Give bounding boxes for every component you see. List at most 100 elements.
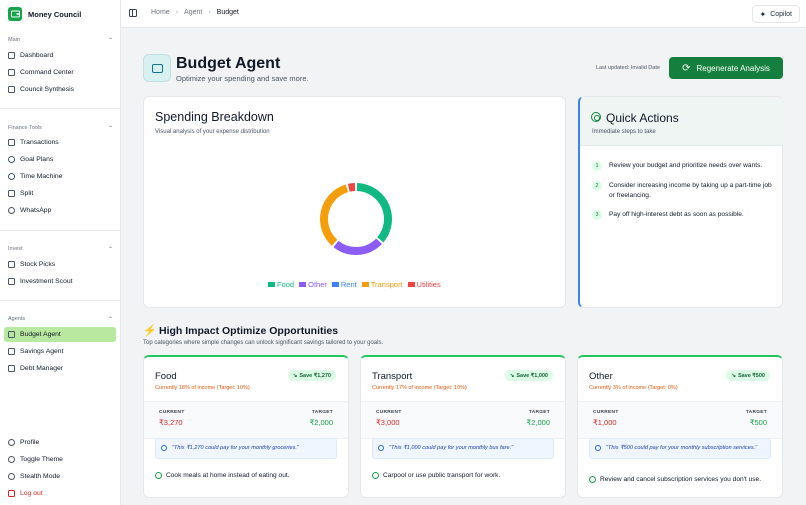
sidebar: Money Council Main ⌃ Dashboard Command Ce…: [0, 0, 121, 505]
sidebar-item-savings-agent[interactable]: Savings Agent: [4, 344, 116, 359]
clock-icon: [8, 173, 15, 180]
target-label: TARGET: [745, 410, 767, 415]
sidebar-item-council-synthesis[interactable]: Council Synthesis: [4, 82, 116, 97]
savings-quote: "This ₹500 could pay for your monthly su…: [589, 438, 771, 459]
sidebar-item-transactions[interactable]: Transactions: [4, 135, 116, 150]
legend-item-rent[interactable]: Rent: [331, 280, 357, 289]
sidebar-item-time-machine[interactable]: Time Machine: [4, 169, 116, 184]
group-label-agents[interactable]: Agents ⌃: [8, 316, 113, 323]
category-percent: Currently 3% of income (Target: 0%): [589, 385, 678, 391]
piggy-bank-icon: [8, 348, 15, 355]
spending-breakdown-card: Spending Breakdown Visual analysis of yo…: [143, 96, 566, 308]
page-subtitle: Optimize your spending and save more.: [176, 74, 309, 83]
chevron-up-icon: ⌃: [107, 126, 113, 132]
copilot-button[interactable]: ✦ Copilot: [751, 5, 800, 23]
regenerate-analysis-button[interactable]: ⟳ Regenerate Analysis: [669, 57, 783, 79]
sidebar-item-goal-plans[interactable]: Goal Plans: [4, 152, 116, 167]
opportunity-card-food: Food Currently 18% of income (Target: 10…: [143, 355, 349, 498]
donut-slice-food[interactable]: [356, 183, 392, 243]
tip: Cook meals at home instead of eating out…: [155, 472, 290, 479]
legend-swatch: [407, 282, 415, 287]
sidebar-item-command-center[interactable]: Command Center: [4, 65, 116, 80]
chevron-up-icon: ⌃: [107, 317, 113, 323]
brand[interactable]: Money Council: [8, 7, 81, 21]
sidebar-item-investment-scout[interactable]: Investment Scout: [4, 274, 116, 289]
category-name: Transport: [372, 371, 413, 382]
wallet-icon: [143, 54, 171, 82]
donut-slice-utilities[interactable]: [347, 183, 356, 192]
donut-chart: [320, 183, 392, 255]
chart-icon: [8, 261, 15, 268]
chevron-right-icon: ›: [208, 9, 211, 16]
trend-icon: [8, 278, 15, 285]
sidebar-toggle-icon[interactable]: [129, 9, 137, 17]
sidebar-item-budget-agent[interactable]: Budget Agent: [4, 327, 116, 342]
sidebar-item-dashboard[interactable]: Dashboard: [4, 48, 116, 63]
legend-item-utilities[interactable]: Utilities: [407, 280, 441, 289]
legend-swatch: [268, 282, 275, 287]
sidebar-item-whatsapp[interactable]: WhatsApp: [4, 203, 116, 218]
action-item: 1 Review your budget and prioritize needs…: [592, 161, 772, 171]
current-value: ₹3,000: [376, 418, 400, 427]
spending-subtitle: Visual analysis of your expense distribu…: [155, 129, 270, 135]
goal-icon: [8, 156, 15, 163]
action-item: 2 Consider increasing income by taking up…: [592, 181, 772, 201]
topbar: Home › Agent › Budget ✦ Copilot: [121, 0, 806, 28]
opportunities-subtitle: Top categories where simple changes can …: [143, 340, 384, 346]
sidebar-item-profile[interactable]: Profile: [4, 435, 116, 450]
current-label: CURRENT: [376, 410, 402, 415]
target-icon: [591, 112, 601, 122]
legend-item-transport[interactable]: Transport: [361, 280, 403, 289]
info-icon: [161, 445, 167, 451]
trend-down-icon: ↘: [731, 372, 736, 379]
legend-item-food[interactable]: Food: [268, 280, 294, 289]
action-item: 3 Pay off high-interest debt as soon as p…: [592, 210, 772, 220]
legend-item-other[interactable]: Other: [299, 280, 327, 289]
target-label: TARGET: [528, 410, 550, 415]
check-circle-icon: [589, 476, 596, 483]
last-updated: Last updated: Invalid Date: [596, 65, 660, 71]
card-icon: [8, 365, 15, 372]
wallet-icon: [8, 331, 15, 338]
breadcrumb-agent[interactable]: Agent: [184, 9, 202, 16]
eye-icon: [8, 473, 15, 480]
group-label-finance-tools[interactable]: Finance Tools ⌃: [8, 125, 113, 132]
group-label-invest[interactable]: Invest ⌃: [8, 246, 113, 253]
category-percent: Currently 18% of income (Target: 10%): [155, 385, 250, 391]
opportunity-card-transport: Transport Currently 17% of income (Targe…: [360, 355, 566, 498]
current-target-band: CURRENT ₹3,270 TARGET ₹2,000: [144, 401, 348, 439]
tip: Review and cancel subscription services …: [589, 476, 761, 483]
current-value: ₹3,270: [159, 418, 183, 427]
sidebar-item-split[interactable]: Split: [4, 186, 116, 201]
group-label-main[interactable]: Main ⌃: [8, 37, 113, 44]
split-icon: [8, 190, 15, 197]
logout-icon: [8, 490, 15, 497]
current-value: ₹1,000: [593, 418, 617, 427]
check-circle-icon: [372, 472, 379, 479]
breadcrumb: Home › Agent › Budget: [151, 9, 239, 16]
category-name: Other: [589, 371, 613, 382]
quick-actions-subtitle: Immediate steps to take: [592, 129, 656, 135]
sidebar-item-debt-manager[interactable]: Debt Manager: [4, 361, 116, 376]
target-value: ₹2,000: [309, 418, 333, 427]
synthesis-icon: [8, 86, 15, 93]
divider: [0, 108, 121, 109]
breadcrumb-home[interactable]: Home: [151, 9, 170, 16]
quick-actions-title: Quick Actions: [606, 111, 679, 125]
command-icon: [8, 69, 15, 76]
sidebar-item-stealth-mode[interactable]: Stealth Mode: [4, 469, 116, 484]
dashboard-icon: [8, 52, 15, 59]
app-name: Money Council: [28, 9, 82, 19]
donut-slice-other[interactable]: [333, 238, 382, 255]
wallet-logo-icon: [8, 7, 22, 21]
transactions-icon: [8, 139, 15, 146]
sparkle-icon: ✦: [759, 9, 767, 19]
current-label: CURRENT: [159, 410, 185, 415]
sidebar-item-logout[interactable]: Log out: [4, 486, 116, 501]
sidebar-item-toggle-theme[interactable]: Toggle Theme: [4, 452, 116, 467]
check-circle-icon: [155, 472, 162, 479]
sidebar-item-stock-picks[interactable]: Stock Picks: [4, 257, 116, 272]
donut-slice-transport[interactable]: [320, 184, 349, 246]
breadcrumb-budget: Budget: [216, 9, 239, 16]
target-value: ₹2,000: [526, 418, 550, 427]
